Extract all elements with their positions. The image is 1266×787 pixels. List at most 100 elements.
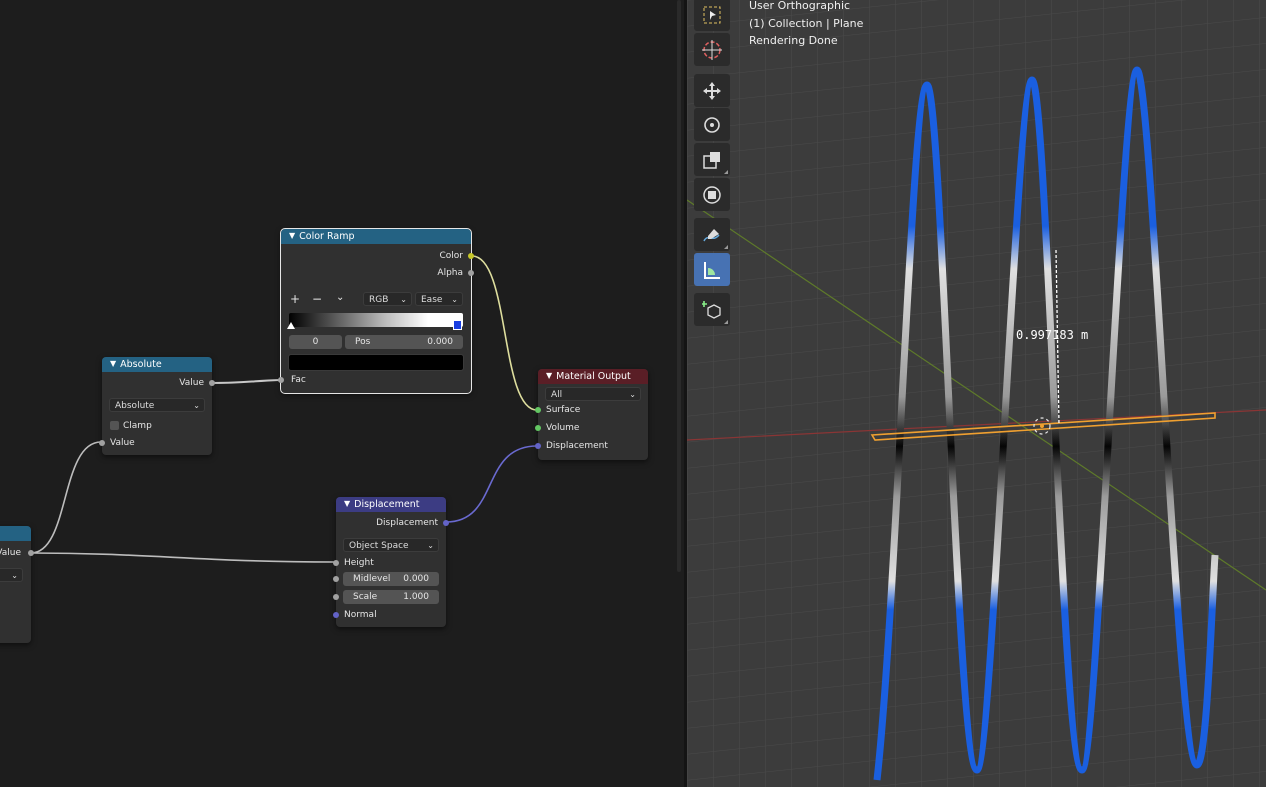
volume-input-label: Volume	[546, 423, 580, 433]
annotate-icon	[703, 228, 720, 241]
surface-input-label: Surface	[546, 405, 581, 415]
chevron-down-icon: ⌄	[451, 295, 458, 304]
scale-field[interactable]: Scale 1.000	[343, 590, 439, 604]
color-output-socket[interactable]	[468, 253, 474, 259]
view-name-label: User Orthographic	[749, 0, 851, 12]
link-absolute-to-fac	[211, 379, 282, 384]
absolute-input-label: Value	[110, 438, 135, 448]
select-box-tool[interactable]	[694, 0, 730, 31]
absolute-node-title: Absolute	[120, 359, 162, 370]
select-box-icon	[703, 6, 721, 23]
fac-input-label: Fac	[291, 375, 306, 385]
displacement-output-label: Displacement	[376, 518, 438, 528]
color-ramp-node[interactable]: ▼ Color Ramp Color Alpha + − ⌄ RGB ⌄ Ease ⌄…	[278, 228, 474, 394]
collapse-chevron-icon[interactable]: ▼	[110, 357, 116, 371]
midlevel-value: 0.000	[403, 574, 429, 584]
stop-color-swatch[interactable]	[288, 354, 464, 371]
rotate-tool[interactable]	[694, 108, 730, 141]
color-mode-dropdown[interactable]: RGB ⌄	[363, 292, 412, 306]
pos-field[interactable]: Pos 0.000	[345, 335, 463, 349]
displacement-output-socket[interactable]	[443, 520, 449, 526]
add-cube-tool[interactable]	[694, 293, 730, 326]
move-icon	[703, 81, 721, 100]
chevron-down-icon: ⌄	[629, 390, 636, 399]
midlevel-input-socket[interactable]	[333, 576, 339, 582]
color-mode-value: RGB	[369, 295, 389, 305]
displacement-node[interactable]: ▼ Displacement Displacement Object Space ⌄…	[333, 497, 449, 627]
absolute-node[interactable]: ▼ Absolute Value Absolute ⌄ Clamp Value	[99, 357, 215, 455]
material-output-title: Material Output	[556, 371, 631, 382]
partial-node-value-socket[interactable]	[28, 550, 34, 556]
stop-index-field[interactable]: 0	[289, 335, 342, 349]
surface-input-socket[interactable]	[535, 407, 541, 413]
partial-node[interactable]: Value ⌄	[0, 526, 34, 643]
volume-input-socket[interactable]	[535, 425, 541, 431]
collapse-chevron-icon[interactable]: ▼	[344, 497, 350, 511]
annotate-tool[interactable]	[694, 218, 730, 251]
partial-node-dropdown[interactable]: ⌄	[0, 568, 23, 582]
ramp-menu-button[interactable]: ⌄	[336, 292, 344, 303]
midlevel-field[interactable]: Midlevel 0.000	[343, 572, 439, 586]
absolute-operation-value: Absolute	[115, 401, 155, 411]
cursor-tool[interactable]	[694, 33, 730, 66]
chevron-down-icon: ⌄	[193, 401, 200, 410]
viewport-scene	[687, 0, 1266, 787]
collapse-chevron-icon[interactable]: ▼	[289, 229, 295, 243]
ramp-stop-black[interactable]	[287, 322, 295, 329]
scale-tool[interactable]	[694, 143, 730, 176]
alpha-output-label: Alpha	[437, 268, 463, 278]
color-ramp-gradient[interactable]	[289, 313, 463, 327]
transform-icon	[703, 185, 721, 204]
absolute-input-socket[interactable]	[99, 440, 105, 446]
normal-input-label: Normal	[344, 610, 377, 620]
normal-input-socket[interactable]	[333, 612, 339, 618]
output-target-dropdown[interactable]: All ⌄	[545, 387, 641, 401]
link-value-to-height	[30, 552, 336, 563]
color-output-label: Color	[439, 251, 464, 261]
scale-input-socket[interactable]	[333, 594, 339, 600]
clamp-label: Clamp	[123, 421, 152, 431]
color-ramp-header[interactable]: ▼ Color Ramp	[281, 229, 471, 244]
color-ramp-title: Color Ramp	[299, 231, 355, 242]
height-input-socket[interactable]	[333, 560, 339, 566]
transform-tool[interactable]	[694, 178, 730, 211]
collapse-chevron-icon[interactable]: ▼	[546, 369, 552, 383]
scale-value: 1.000	[403, 592, 429, 602]
render-status-label: Rendering Done	[749, 34, 838, 47]
fac-input-socket[interactable]	[278, 377, 284, 383]
chevron-down-icon: ⌄	[400, 295, 407, 304]
material-output-node[interactable]: ▼ Material Output All ⌄ Surface Volume Dis…	[535, 369, 648, 460]
space-value: Object Space	[349, 541, 409, 551]
output-target-value: All	[551, 390, 563, 400]
node-editor-scrollbar[interactable]	[677, 0, 681, 572]
absolute-output-socket[interactable]	[209, 380, 215, 386]
measure-tool[interactable]	[694, 253, 730, 286]
displacement-node-title: Displacement	[354, 499, 420, 510]
chevron-down-icon: ⌄	[11, 571, 18, 580]
partial-node-header	[0, 526, 31, 541]
remove-stop-button[interactable]: −	[312, 292, 322, 306]
pos-value: 0.000	[427, 337, 453, 347]
measure-icon	[704, 261, 720, 279]
absolute-operation-dropdown[interactable]: Absolute ⌄	[109, 398, 205, 412]
alpha-output-socket[interactable]	[468, 270, 474, 276]
material-output-header[interactable]: ▼ Material Output	[538, 369, 648, 384]
node-editor[interactable]: Value ⌄ ▼ Absolute Value Absolute ⌄ Clamp …	[0, 0, 684, 787]
link-displacement-to-output	[445, 445, 538, 523]
scale-label: Scale	[353, 592, 378, 602]
interpolation-dropdown[interactable]: Ease ⌄	[415, 292, 463, 306]
ramp-stop-active[interactable]	[453, 320, 462, 330]
absolute-node-header[interactable]: ▼ Absolute	[102, 357, 212, 372]
midlevel-label: Midlevel	[353, 574, 391, 584]
partial-node-output-label: Value	[0, 548, 21, 558]
clamp-checkbox[interactable]	[110, 421, 119, 430]
3d-viewport[interactable]: User Orthographic (1) Collection | Plane…	[687, 0, 1266, 787]
rotate-icon	[704, 116, 720, 133]
interpolation-value: Ease	[421, 295, 443, 305]
displacement-input-socket[interactable]	[535, 443, 541, 449]
space-dropdown[interactable]: Object Space ⌄	[343, 538, 439, 552]
add-stop-button[interactable]: +	[290, 292, 300, 306]
move-tool[interactable]	[694, 74, 730, 107]
link-value-to-absolute	[30, 441, 102, 554]
displacement-node-header[interactable]: ▼ Displacement	[336, 497, 446, 512]
